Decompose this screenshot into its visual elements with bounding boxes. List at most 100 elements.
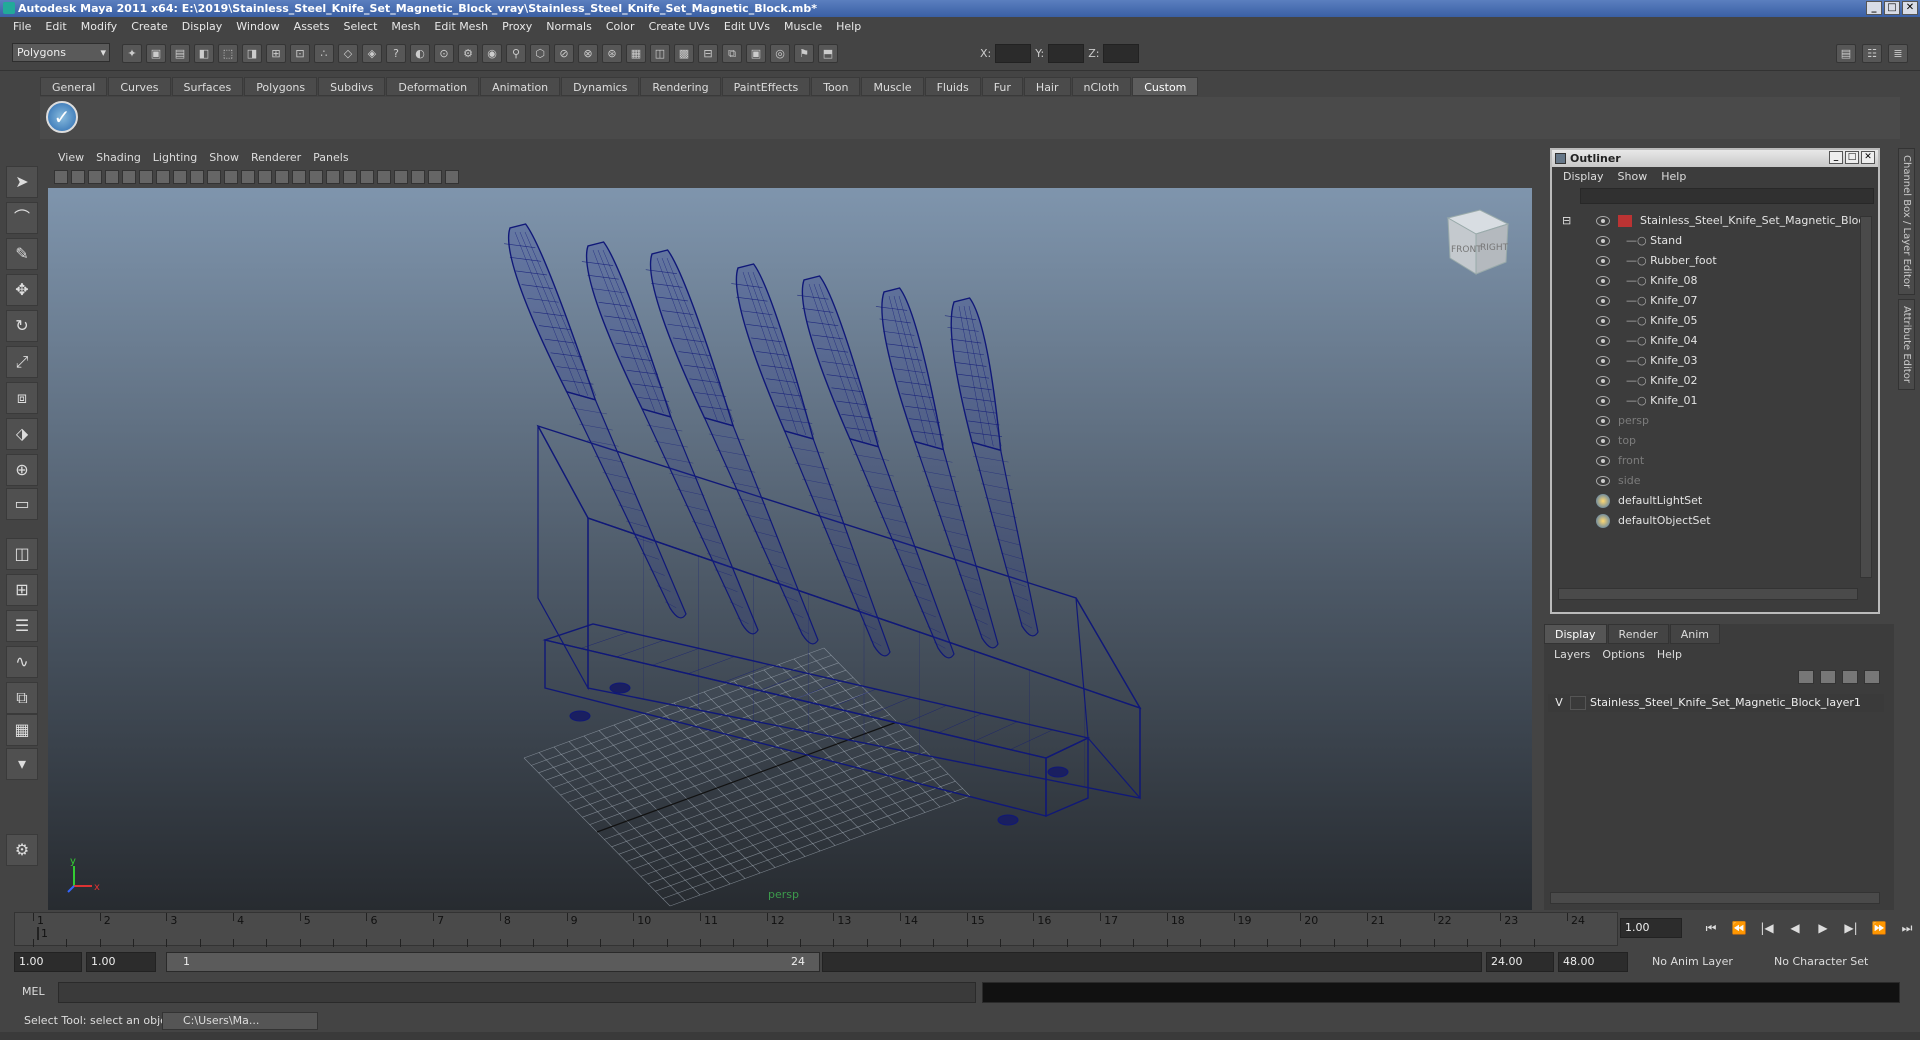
outliner-item-stainless-steel-knife-set-magnetic-block[interactable]: ⊟ Stainless_Steel_Knife_Set_Magnetic_Blo… — [1562, 212, 1871, 230]
maximize-icon[interactable]: □ — [1884, 1, 1900, 15]
ipr-render-icon[interactable]: ◫ — [650, 44, 670, 63]
last-tool-icon[interactable]: ▭ — [6, 488, 38, 520]
graph-editor-layout-icon[interactable]: ∿ — [6, 646, 38, 678]
attribute-editor-tab[interactable]: Attribute Editor — [1898, 299, 1915, 391]
flat-light-icon[interactable] — [377, 170, 391, 184]
x-input[interactable] — [995, 44, 1032, 63]
outliner-item-persp[interactable]: persp — [1596, 412, 1649, 430]
outliner-item-knife-07[interactable]: —○ Knife_07 — [1596, 292, 1698, 310]
snap-live-icon[interactable]: ◈ — [362, 44, 382, 63]
move-layer-up-icon[interactable] — [1798, 670, 1814, 684]
channel-box-icon[interactable]: ⚙ — [6, 834, 38, 866]
layer-menu-layers[interactable]: Layers — [1548, 648, 1596, 661]
menu-modify[interactable]: Modify — [74, 20, 124, 33]
current-time-marker[interactable]: 1 — [37, 927, 48, 940]
shelf-tab-hair[interactable]: Hair — [1023, 77, 1071, 96]
playback-end-field[interactable]: 24.00 — [1486, 952, 1554, 972]
close-icon[interactable]: ✕ — [1861, 151, 1875, 164]
tool-settings-toggle-icon[interactable]: ☷ — [1862, 44, 1882, 63]
bounding-box-icon[interactable] — [309, 170, 323, 184]
xray-icon[interactable] — [394, 170, 408, 184]
gate-mask-icon[interactable] — [190, 170, 204, 184]
rotate-tool-icon[interactable]: ↻ — [6, 310, 38, 342]
outliner-item-knife-01[interactable]: —○ Knife_01 — [1596, 392, 1698, 410]
shelf-tab-surfaces[interactable]: Surfaces — [171, 77, 244, 96]
menu-normals[interactable]: Normals — [539, 20, 599, 33]
menu-create[interactable]: Create — [124, 20, 175, 33]
play-backwards-icon[interactable]: ◀ — [1784, 918, 1806, 938]
layer-menu-help[interactable]: Help — [1651, 648, 1688, 661]
snap-to-curve-icon[interactable]: ⊡ — [290, 44, 310, 63]
outliner-item-side[interactable]: side — [1596, 472, 1641, 490]
menu-muscle[interactable]: Muscle — [777, 20, 829, 33]
outliner-item-knife-04[interactable]: —○ Knife_04 — [1596, 332, 1698, 350]
expand-icon[interactable]: ⊟ — [1562, 212, 1571, 230]
safe-title-icon[interactable] — [241, 170, 255, 184]
shelf-tab-curves[interactable]: Curves — [108, 77, 171, 96]
playback-start-field[interactable]: 1.00 — [86, 952, 156, 972]
film-gate-icon[interactable] — [156, 170, 170, 184]
range-slider[interactable]: 1 24 — [166, 952, 820, 972]
command-input[interactable] — [58, 982, 976, 1003]
layer-horizontal-scrollbar[interactable] — [1550, 892, 1880, 904]
batch-icon[interactable]: ◎ — [770, 44, 790, 63]
layer-type-toggle[interactable] — [1570, 696, 1586, 710]
perspective-viewport[interactable]: FRONT RIGHT yx persp — [48, 188, 1532, 910]
smooth-shade-icon[interactable] — [275, 170, 289, 184]
select-by-component-icon[interactable]: ◨ — [242, 44, 262, 63]
open-scene-icon[interactable]: ▣ — [146, 44, 166, 63]
outliner-item-defaultlightset[interactable]: defaultLightSet — [1596, 492, 1702, 510]
snap-to-point-icon[interactable]: ∴ — [314, 44, 334, 63]
channel-box-toggle-icon[interactable]: ≣ — [1888, 44, 1908, 63]
go-to-start-icon[interactable]: ⏮ — [1700, 918, 1722, 938]
shelf-tab-muscle[interactable]: Muscle — [861, 77, 924, 96]
outliner-menu-display[interactable]: Display — [1556, 170, 1611, 183]
move-tool-icon[interactable]: ✥ — [6, 274, 38, 306]
hypershade-icon[interactable]: ◉ — [482, 44, 502, 63]
outliner-menu-show[interactable]: Show — [1611, 170, 1655, 183]
menu-edit-uvs[interactable]: Edit UVs — [717, 20, 777, 33]
menu-proxy[interactable]: Proxy — [495, 20, 539, 33]
character-set-dropdown[interactable]: No Character Set — [1770, 952, 1886, 972]
menu-window[interactable]: Window — [229, 20, 286, 33]
layer-tab-render[interactable]: Render — [1607, 624, 1669, 644]
layer-menu-options[interactable]: Options — [1596, 648, 1650, 661]
scale-tool-icon[interactable]: ⤢ — [6, 346, 38, 378]
outliner-item-knife-02[interactable]: —○ Knife_02 — [1596, 372, 1698, 390]
step-back-frame-icon[interactable]: |◀ — [1756, 918, 1778, 938]
menu-edit[interactable]: Edit — [38, 20, 73, 33]
single-perspective-layout-icon[interactable]: ◫ — [6, 538, 38, 570]
menu-color[interactable]: Color — [599, 20, 642, 33]
outliner-item-stand[interactable]: —○ Stand — [1596, 232, 1682, 250]
magnet-icon[interactable]: ⚑ — [794, 44, 814, 63]
safe-action-icon[interactable] — [224, 170, 238, 184]
manipulator-tool-icon[interactable]: ⧈ — [6, 382, 38, 414]
outliner-item-knife-08[interactable]: —○ Knife_08 — [1596, 272, 1698, 290]
layer-row[interactable]: V Stainless_Steel_Knife_Set_Magnetic_Bloc… — [1548, 694, 1884, 712]
new-layer-icon[interactable] — [1842, 670, 1858, 684]
time-slider[interactable]: 1 2 3 4 5 6 7 8 9 10 11 12 13 14 15 16 17 18 19 20 21 22 23 24 1 — [14, 912, 1618, 947]
range-slider-track[interactable] — [822, 952, 1482, 972]
lasso-tool-icon[interactable]: ⌒ — [6, 202, 38, 234]
layer-visibility-toggle[interactable]: V — [1548, 694, 1570, 712]
menu-assets[interactable]: Assets — [287, 20, 337, 33]
save-scene-icon[interactable]: ▤ — [170, 44, 190, 63]
shelf-tab-rendering[interactable]: Rendering — [640, 77, 721, 96]
select-tool-icon[interactable]: ➤ — [6, 166, 38, 198]
outliner-filter-input[interactable] — [1580, 188, 1874, 204]
menu-select[interactable]: Select — [336, 20, 384, 33]
render-icon[interactable]: ◐ — [410, 44, 430, 63]
field-chart-icon[interactable] — [207, 170, 221, 184]
render-globals-icon[interactable]: ▩ — [674, 44, 694, 63]
channel-box-tab[interactable]: Channel Box / Layer Editor — [1898, 148, 1915, 296]
outliner-horizontal-scrollbar[interactable] — [1558, 588, 1858, 600]
render-settings-icon[interactable]: ⚙ — [458, 44, 478, 63]
xray-components-icon[interactable] — [445, 170, 459, 184]
lock-icon[interactable]: ⚲ — [506, 44, 526, 63]
shelf-tab-general[interactable]: General — [40, 77, 108, 96]
panel-menu-renderer[interactable]: Renderer — [245, 151, 307, 164]
shelf-tab-custom[interactable]: Custom — [1132, 77, 1199, 96]
go-to-end-icon[interactable]: ⏭ — [1896, 918, 1918, 938]
command-language-label[interactable]: MEL — [22, 985, 45, 998]
minimize-icon[interactable]: _ — [1829, 151, 1843, 164]
